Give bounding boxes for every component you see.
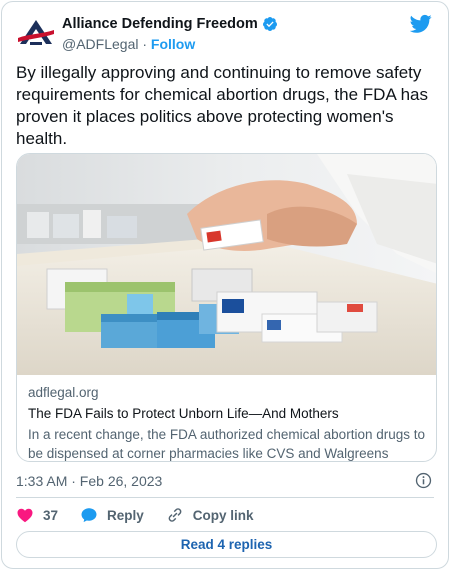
action-bar: 37 Reply Copy link bbox=[16, 504, 434, 526]
reply-button[interactable]: Reply bbox=[80, 506, 144, 524]
adf-logo-icon[interactable] bbox=[16, 14, 56, 54]
timestamp-row: 1:33 AM · Feb 26, 2023 bbox=[16, 470, 434, 492]
copy-link-button[interactable]: Copy link bbox=[166, 506, 254, 524]
link-preview-image bbox=[17, 154, 436, 375]
handle-separator: · bbox=[142, 36, 148, 52]
reply-label: Reply bbox=[107, 507, 144, 523]
like-button[interactable]: 37 bbox=[16, 506, 58, 524]
info-icon[interactable] bbox=[415, 472, 432, 489]
likes-count: 37 bbox=[43, 507, 59, 523]
link-description: In a recent change, the FDA authorized c… bbox=[28, 427, 425, 461]
follow-button[interactable]: Follow bbox=[151, 36, 195, 52]
author-info: Alliance Defending Freedom @ADFLegal · F… bbox=[62, 14, 278, 54]
twitter-bird-icon[interactable] bbox=[410, 14, 432, 34]
link-domain: adflegal.org bbox=[28, 385, 99, 400]
link-preview-card[interactable]: adflegal.org The FDA Fails to Protect Un… bbox=[16, 153, 437, 462]
copy-link-label: Copy link bbox=[192, 507, 254, 523]
verified-badge-icon bbox=[262, 17, 277, 31]
link-icon bbox=[168, 508, 182, 522]
divider bbox=[16, 497, 434, 498]
tweet-embed: Alliance Defending Freedom @ADFLegal · F… bbox=[1, 1, 449, 569]
read-replies-button[interactable]: Read 4 replies bbox=[16, 531, 437, 558]
author-handle[interactable]: @ADFLegal bbox=[62, 36, 138, 52]
link-title: The FDA Fails to Protect Unborn Life—And… bbox=[28, 406, 339, 421]
heart-icon bbox=[17, 508, 33, 523]
link-preview-meta: adflegal.org The FDA Fails to Protect Un… bbox=[28, 383, 425, 461]
author-display-name[interactable]: Alliance Defending Freedom bbox=[62, 16, 258, 32]
reply-bubble-icon bbox=[81, 508, 97, 523]
tweet-header: Alliance Defending Freedom @ADFLegal · F… bbox=[16, 12, 434, 56]
tweet-text: By illegally approving and continuing to… bbox=[16, 63, 428, 148]
tweet-timestamp[interactable]: 1:33 AM · Feb 26, 2023 bbox=[16, 473, 162, 489]
